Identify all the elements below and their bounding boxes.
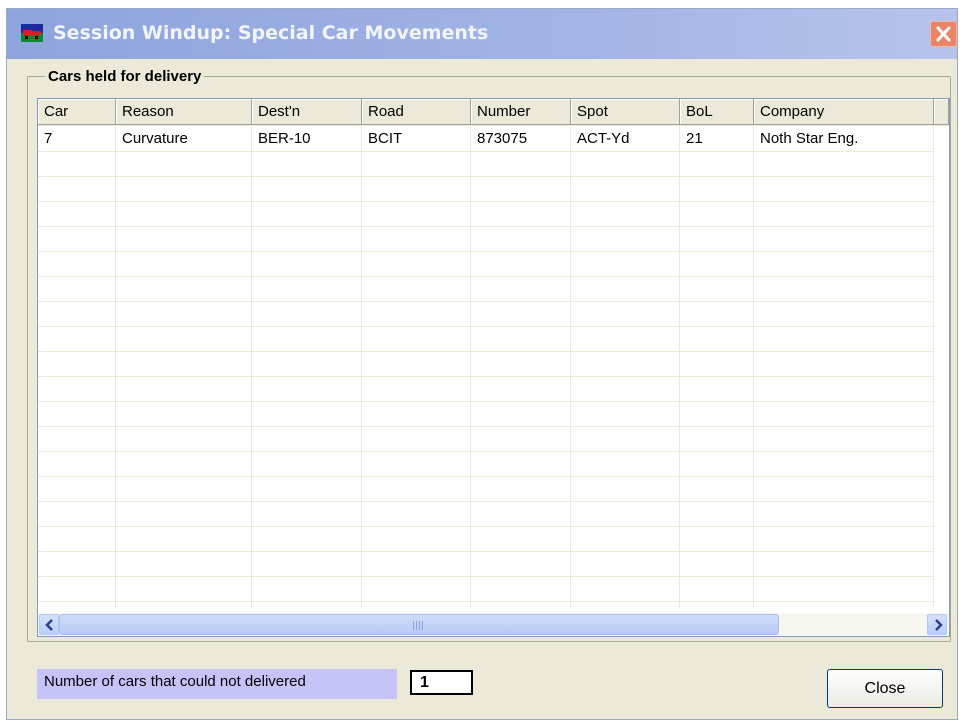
app-icon xyxy=(21,24,43,42)
group-label: Cars held for delivery xyxy=(45,68,205,85)
cell-car: 7 xyxy=(44,130,53,147)
column-header-bol[interactable]: BoL xyxy=(680,99,754,125)
cell-reason: Curvature xyxy=(122,130,188,147)
cell-road: BCIT xyxy=(368,130,403,147)
column-header-reason[interactable]: Reason xyxy=(116,99,252,125)
horizontal-scrollbar[interactable] xyxy=(38,613,949,636)
dialog-window: Session Windup: Special Car Movements Ca… xyxy=(6,8,958,720)
window-title: Session Windup: Special Car Movements xyxy=(53,22,489,44)
column-header-filler xyxy=(934,99,949,125)
column-header-road[interactable]: Road xyxy=(362,99,471,125)
cell-destn: BER-10 xyxy=(258,130,311,147)
scroll-left-button[interactable] xyxy=(39,614,59,635)
window-close-button[interactable] xyxy=(930,21,957,47)
scroll-right-button[interactable] xyxy=(927,614,947,635)
column-header-car[interactable]: Car xyxy=(38,99,116,125)
undelivered-count-field: 1 xyxy=(410,670,473,695)
grip-icon xyxy=(413,621,425,630)
undelivered-count-label: Number of cars that could not delivered xyxy=(37,669,397,699)
column-header-destn[interactable]: Dest'n xyxy=(252,99,362,125)
column-header-spot[interactable]: Spot xyxy=(571,99,680,125)
column-header-number[interactable]: Number xyxy=(471,99,571,125)
cell-spot: ACT-Yd xyxy=(577,130,630,147)
column-header-company[interactable]: Company xyxy=(754,99,934,125)
cell-bol: 21 xyxy=(686,130,703,147)
close-icon xyxy=(936,26,951,42)
title-bar[interactable]: Session Windup: Special Car Movements xyxy=(7,9,957,59)
chevron-left-icon xyxy=(45,619,53,631)
scroll-thumb[interactable] xyxy=(59,614,779,635)
grid-header: Car Reason Dest'n Road Number Spot BoL C… xyxy=(38,99,949,126)
close-button[interactable]: Close xyxy=(827,669,943,708)
cell-company: Noth Star Eng. xyxy=(760,130,859,147)
chevron-right-icon xyxy=(935,619,943,631)
cell-number: 873075 xyxy=(477,130,528,147)
cars-grid[interactable]: Car Reason Dest'n Road Number Spot BoL C… xyxy=(37,98,950,637)
